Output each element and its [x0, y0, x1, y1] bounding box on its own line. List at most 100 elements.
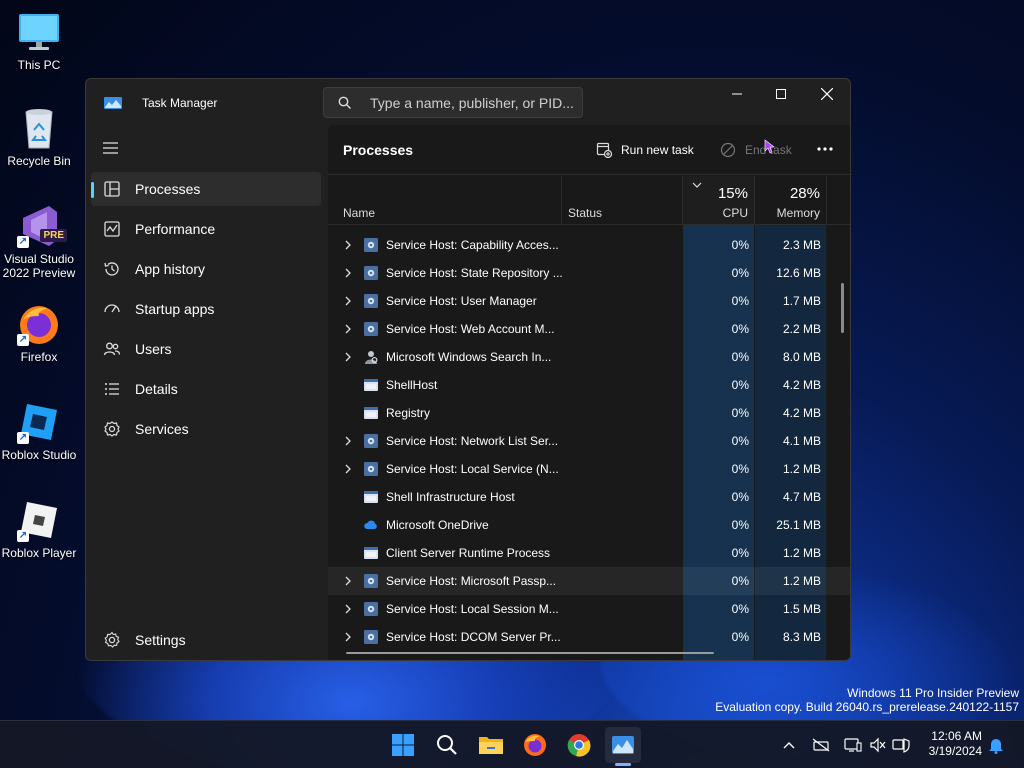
- column-header-row: Name Status 15% CPU 28% Memory: [328, 176, 850, 225]
- chevron-right-icon[interactable]: [344, 240, 352, 250]
- vertical-scrollbar[interactable]: [841, 283, 844, 333]
- desktop-icon-firefox[interactable]: ↗ Firefox: [0, 302, 78, 364]
- taskbar-chrome-button[interactable]: [561, 727, 597, 763]
- column-divider[interactable]: [826, 176, 827, 224]
- chevron-right-icon[interactable]: [344, 296, 352, 306]
- show-hidden-icons-button[interactable]: [779, 735, 799, 755]
- sidebar-item-app-history[interactable]: App history: [91, 252, 321, 286]
- network-display-icon: [844, 738, 862, 752]
- watermark-line-2: Evaluation copy. Build 26040.rs_prerelea…: [715, 700, 1019, 714]
- memory-total-percent: 28%: [789, 185, 820, 202]
- table-row[interactable]: Service Host: Web Account M... 0% 2.2 MB: [328, 315, 850, 343]
- close-icon: [821, 88, 833, 100]
- chevron-right-icon[interactable]: [344, 464, 352, 474]
- task-manager-icon: [104, 96, 122, 109]
- table-row[interactable]: Service Host: Local Session M... 0% 1.5 MB: [328, 595, 850, 623]
- visual-studio-icon: PRE ↗: [17, 204, 67, 248]
- table-row[interactable]: Service Host: DCOM Server Pr... 0% 8.3 MB: [328, 623, 850, 651]
- chevron-right-icon[interactable]: [344, 576, 352, 586]
- close-button[interactable]: [804, 79, 850, 109]
- shortcut-arrow-icon: ↗: [17, 432, 29, 444]
- process-memory: 1.7 MB: [782, 294, 821, 308]
- sidebar: Processes Performance App history Startu…: [86, 125, 326, 660]
- title-bar[interactable]: Task Manager: [86, 79, 850, 125]
- system-clock[interactable]: 12:06 AM 3/19/2024: [918, 729, 982, 759]
- table-row[interactable]: ShellHost 0% 4.2 MB: [328, 371, 850, 399]
- chevron-right-icon[interactable]: [344, 436, 352, 446]
- sidebar-item-startup-apps[interactable]: Startup apps: [91, 292, 321, 326]
- process-memory: 2.3 MB: [782, 238, 821, 252]
- tray-display-button[interactable]: [843, 735, 863, 755]
- tray-drive-button[interactable]: [811, 735, 831, 755]
- column-header-memory[interactable]: 28% Memory: [755, 176, 826, 224]
- gear-icon: [104, 631, 120, 648]
- table-row[interactable]: Registry 0% 4.2 MB: [328, 399, 850, 427]
- taskbar-search-button[interactable]: [429, 727, 465, 763]
- process-memory: 12.6 MB: [776, 266, 821, 280]
- horizontal-scrollbar[interactable]: [346, 652, 714, 654]
- file-explorer-button[interactable]: [473, 727, 509, 763]
- memory-label: Memory: [776, 206, 820, 220]
- minimize-button[interactable]: [714, 79, 760, 109]
- table-row[interactable]: Service Host: Microsoft Passp... 0% 1.2 MB: [328, 567, 850, 595]
- end-task-button[interactable]: End task: [720, 139, 792, 159]
- security-icon: [892, 738, 910, 753]
- process-memory: 1.2 MB: [782, 546, 821, 560]
- column-header-name[interactable]: Name: [343, 206, 375, 220]
- chevron-right-icon[interactable]: [344, 604, 352, 614]
- search-input[interactable]: [370, 94, 580, 111]
- chevron-right-icon[interactable]: [344, 324, 352, 334]
- clock-date: 3/19/2024: [928, 744, 982, 758]
- sidebar-item-label: Performance: [135, 221, 216, 237]
- sidebar-item-users[interactable]: Users: [91, 332, 321, 366]
- table-row[interactable]: Service Host: User Manager 0% 1.7 MB: [328, 287, 850, 315]
- users-icon: [103, 342, 121, 356]
- start-button[interactable]: [385, 727, 421, 763]
- mouse-cursor-icon: [764, 139, 775, 154]
- process-cpu: 0%: [731, 238, 749, 252]
- panel-header: Processes Run new task End task: [328, 125, 850, 175]
- table-row[interactable]: Service Host: Capability Acces... 0% 2.3 M…: [328, 231, 850, 259]
- desktop-icon-this-pc[interactable]: This PC: [0, 10, 78, 72]
- more-options-button[interactable]: [814, 139, 836, 159]
- table-row[interactable]: Service Host: Network List Ser... 0% 4.1 M…: [328, 427, 850, 455]
- chevron-right-icon[interactable]: [344, 268, 352, 278]
- service-host-icon: [363, 601, 379, 617]
- table-row[interactable]: Microsoft Windows Search In... 0% 8.0 MB: [328, 343, 850, 371]
- taskbar-firefox-button[interactable]: [517, 727, 553, 763]
- chevron-right-icon[interactable]: [344, 352, 352, 362]
- sidebar-item-details[interactable]: Details: [91, 372, 321, 406]
- shortcut-arrow-icon: ↗: [17, 236, 29, 248]
- process-memory: 1.5 MB: [782, 602, 821, 616]
- hamburger-menu-icon[interactable]: [102, 141, 120, 155]
- desktop-icon-recycle-bin[interactable]: Recycle Bin: [0, 106, 78, 168]
- taskbar-task-manager-button[interactable]: [605, 727, 641, 763]
- search-box[interactable]: [323, 87, 583, 118]
- sidebar-item-settings[interactable]: Settings: [91, 623, 321, 657]
- tray-security-button[interactable]: [891, 735, 911, 755]
- table-row[interactable]: Client Server Runtime Process 0% 1.2 MB: [328, 539, 850, 567]
- tray-volume-button[interactable]: [868, 735, 888, 755]
- table-row[interactable]: Microsoft OneDrive 0% 25.1 MB: [328, 511, 850, 539]
- sidebar-item-performance[interactable]: Performance: [91, 212, 321, 246]
- column-divider[interactable]: [561, 176, 562, 224]
- process-cpu: 0%: [731, 406, 749, 420]
- maximize-button[interactable]: [758, 79, 804, 109]
- run-new-task-label: Run new task: [621, 143, 694, 157]
- table-row[interactable]: Service Host: Local Service (N... 0% 1.2 M…: [328, 455, 850, 483]
- desktop-icon-visual-studio[interactable]: PRE ↗ Visual Studio 2022 Preview: [0, 204, 78, 280]
- cpu-label: CPU: [722, 206, 748, 220]
- column-header-status[interactable]: Status: [568, 206, 602, 220]
- maximize-icon: [776, 89, 786, 99]
- desktop-icon-label: Roblox Player: [1, 546, 77, 560]
- table-row[interactable]: Shell Infrastructure Host 0% 4.7 MB: [328, 483, 850, 511]
- table-row[interactable]: Service Host: State Repository ... 0% 12.6…: [328, 259, 850, 287]
- notifications-button[interactable]: [986, 735, 1006, 755]
- desktop-icon-roblox-player[interactable]: ↗ Roblox Player: [0, 498, 78, 560]
- sidebar-item-services[interactable]: Services: [91, 412, 321, 446]
- sidebar-item-label: Details: [135, 381, 178, 397]
- run-new-task-button[interactable]: Run new task: [596, 141, 694, 159]
- sidebar-item-processes[interactable]: Processes: [91, 172, 321, 206]
- chevron-right-icon[interactable]: [344, 632, 352, 642]
- desktop-icon-roblox-studio[interactable]: ↗ Roblox Studio: [0, 400, 78, 462]
